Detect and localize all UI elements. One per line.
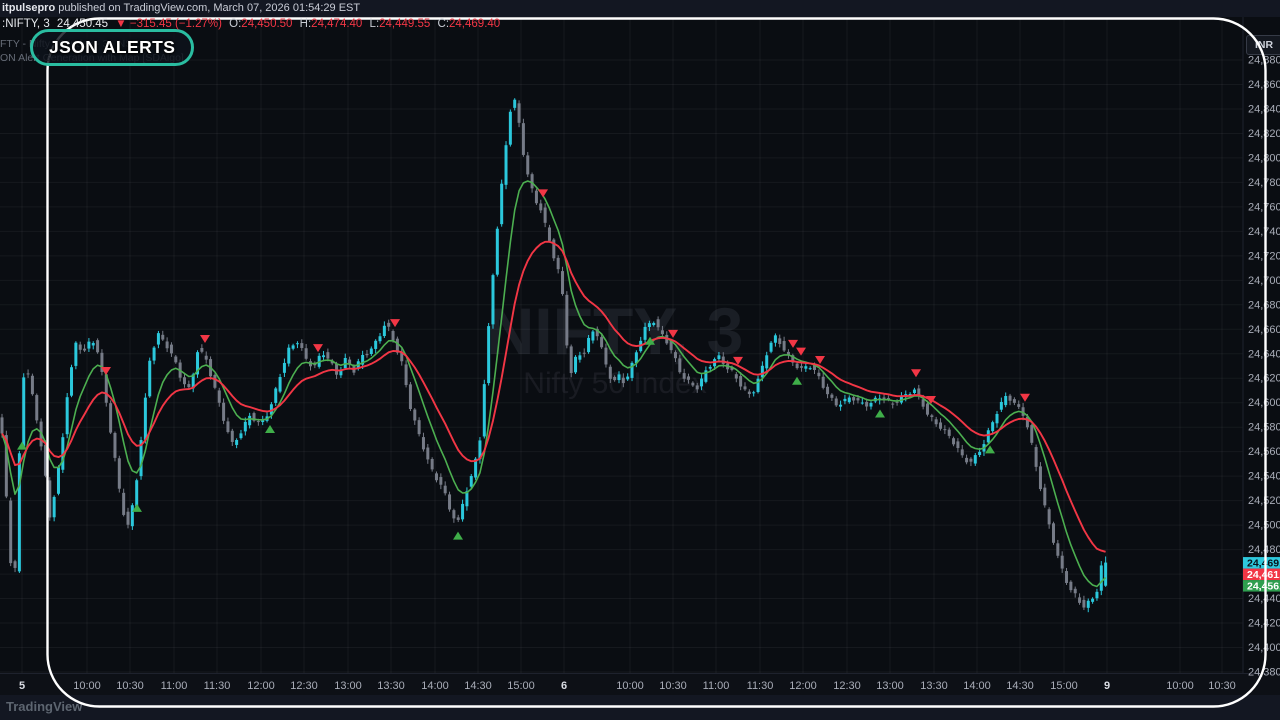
price-change: ▼ −315.45 (−1.27%) <box>115 18 222 30</box>
buy-signal-icon <box>453 532 463 540</box>
json-alerts-badge: JSON ALERTS <box>30 29 194 66</box>
price-chart[interactable]: 24,880.24,860.24,840.24,820.24,800.24,78… <box>0 0 1280 720</box>
candles <box>1 98 1108 612</box>
symbol-info-row: :NIFTY, 3 24,450.45 ▼ −315.45 (−1.27%) O… <box>2 18 504 31</box>
low-value: 24,449.55 <box>379 18 430 30</box>
open-value: 24,450.50 <box>241 18 292 30</box>
sell-signal-icon <box>911 369 921 377</box>
publisher-name: itpulsepro <box>2 2 55 14</box>
sell-signal-icon <box>788 340 798 348</box>
signal-markers <box>17 189 1030 539</box>
sell-signal-icon <box>796 348 806 356</box>
symbol-name: :NIFTY, 3 <box>2 18 50 30</box>
publisher-text: published on TradingView.com, March 07, … <box>55 2 360 14</box>
buy-signal-icon <box>265 425 275 433</box>
open-label: O: <box>229 18 241 30</box>
high-value: 24,474.40 <box>311 18 362 30</box>
price-axis[interactable] <box>1243 17 1280 673</box>
low-label: L: <box>370 18 380 30</box>
high-label: H: <box>300 18 312 30</box>
sell-signal-icon <box>1020 394 1030 402</box>
grid <box>0 18 1243 673</box>
ma-slow-line <box>2 242 1106 552</box>
buy-signal-icon <box>875 409 885 417</box>
sell-signal-icon <box>815 356 825 364</box>
sell-signal-icon <box>668 330 678 338</box>
close-value: 24,469.40 <box>449 18 500 30</box>
time-axis[interactable] <box>0 673 1243 695</box>
sell-signal-icon <box>538 189 548 197</box>
publisher-strip: itpulsepro published on TradingView.com,… <box>0 0 1280 17</box>
sell-signal-icon <box>200 335 210 343</box>
sell-signal-icon <box>313 344 323 352</box>
last-price: 24,450.45 <box>57 18 108 30</box>
tradingview-snapshot: NIFTY, 3 Nifty 50 Index TradingView INR … <box>0 0 1280 720</box>
close-label: C: <box>438 18 450 30</box>
buy-signal-icon <box>17 442 27 450</box>
